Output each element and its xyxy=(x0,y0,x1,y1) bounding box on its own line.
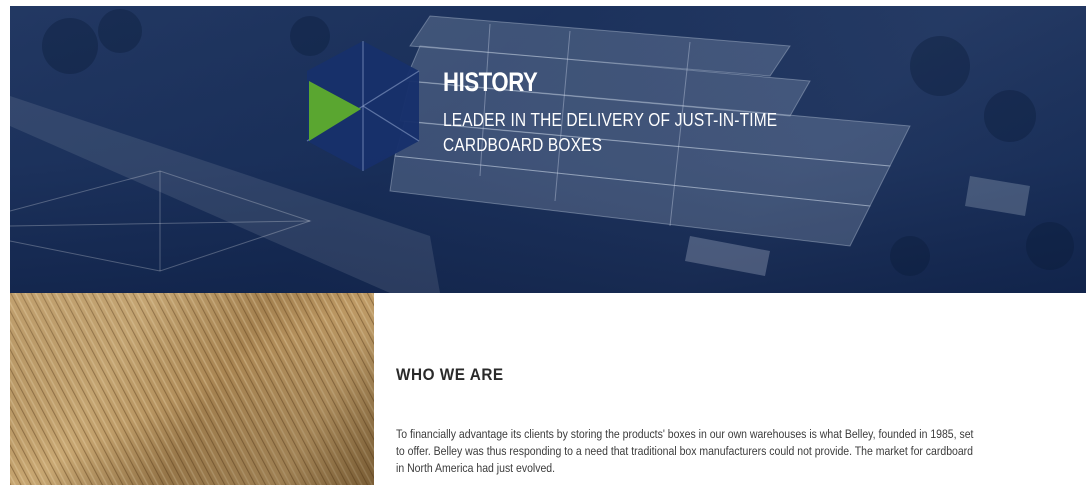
paragraph-line: in North America had just evolved. xyxy=(396,461,556,475)
page-title: HISTORY xyxy=(443,67,538,97)
hero-subtitle-line1: LEADER IN THE DELIVERY OF JUST-IN-TIME xyxy=(443,110,778,130)
hero-subtitle-line2: CARDBOARD BOXES xyxy=(443,135,603,155)
corrugated-cardboard-photo xyxy=(10,293,374,485)
hero-banner: HISTORY LEADER IN THE DELIVERY OF JUST-I… xyxy=(10,6,1086,293)
paragraph-line: to offer. Belley was thus responding to … xyxy=(396,444,974,458)
paragraph-line: To financially advantage its clients by … xyxy=(396,427,974,441)
about-paragraph: To financially advantage its clients by … xyxy=(396,426,1050,477)
who-we-are-section: WHO WE ARE To financially advantage its … xyxy=(396,293,1086,485)
section-heading: WHO WE ARE xyxy=(396,365,504,384)
